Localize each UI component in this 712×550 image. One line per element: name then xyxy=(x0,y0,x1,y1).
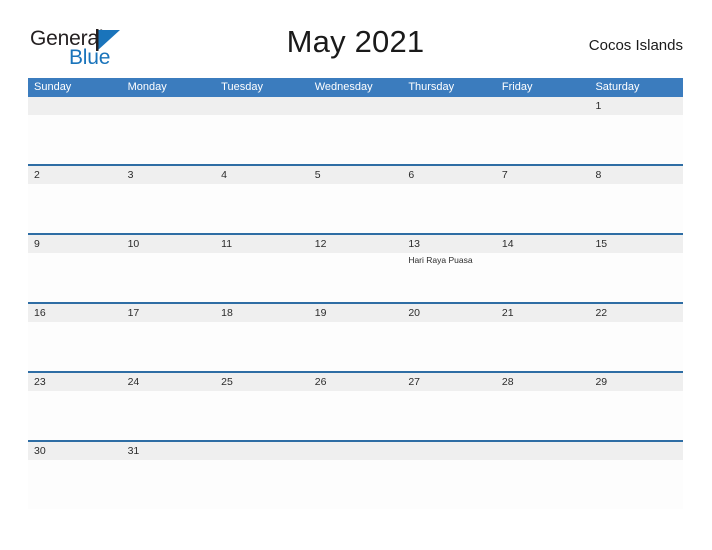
day-number: 3 xyxy=(127,169,134,181)
calendar-day-cell[interactable]: 18 xyxy=(215,304,309,371)
day-number: 24 xyxy=(127,376,140,388)
page-title: May 2021 xyxy=(286,24,425,59)
page-header: General Blue May 2021 Cocos Islands xyxy=(28,24,683,72)
day-number: 4 xyxy=(221,169,227,181)
calendar-week-row: 30 31 xyxy=(28,440,684,509)
calendar-day-cell[interactable]: 10 xyxy=(121,235,216,302)
day-number: 6 xyxy=(408,169,415,181)
calendar-day-cell[interactable]: 13 Hari Raya Puasa xyxy=(402,235,496,302)
calendar-day-cell[interactable]: 24 xyxy=(121,373,216,440)
calendar-empty-cell xyxy=(28,97,122,164)
calendar-day-cell[interactable]: 22 xyxy=(589,304,684,371)
calendar-empty-cell xyxy=(215,97,309,164)
calendar-day-cell[interactable]: 27 xyxy=(402,373,496,440)
day-number: 23 xyxy=(34,376,46,388)
day-number: 28 xyxy=(501,376,514,388)
calendar-day-cell[interactable]: 20 xyxy=(402,304,496,371)
calendar-day-cell[interactable]: 30 xyxy=(28,442,122,509)
calendar-day-cell[interactable]: 17 xyxy=(121,304,216,371)
calendar-empty-cell xyxy=(308,97,403,164)
day-number: 11 xyxy=(221,238,233,250)
day-number: 20 xyxy=(408,307,420,319)
weekday-header-thursday: Thursday xyxy=(408,81,455,93)
weekday-header-tuesday: Tuesday xyxy=(221,81,263,93)
calendar-day-cell[interactable]: 25 xyxy=(215,373,309,440)
day-events: Hari Raya Puasa xyxy=(408,254,493,266)
day-number: 12 xyxy=(314,238,327,250)
day-number: 13 xyxy=(408,238,420,250)
day-number: 15 xyxy=(595,238,608,250)
day-number: 8 xyxy=(595,169,602,181)
weekday-header-monday: Monday xyxy=(127,81,167,93)
day-number: 5 xyxy=(314,169,321,181)
calendar-day-cell[interactable]: 16 xyxy=(28,304,122,371)
calendar-day-cell[interactable]: 5 xyxy=(308,166,403,233)
calendar-day-cell[interactable]: 23 xyxy=(28,373,122,440)
day-number: 18 xyxy=(221,307,233,319)
day-number: 27 xyxy=(408,376,420,388)
day-number: 7 xyxy=(501,169,508,181)
day-number: 16 xyxy=(34,307,46,319)
calendar-empty-cell xyxy=(402,442,496,509)
calendar-day-cell[interactable]: 28 xyxy=(495,373,590,440)
calendar-day-cell[interactable]: 19 xyxy=(308,304,403,371)
calendar-page: General Blue May 2021 Cocos Islands Sund… xyxy=(0,0,712,550)
calendar-empty-cell xyxy=(495,442,590,509)
calendar-day-cell[interactable]: 21 xyxy=(495,304,590,371)
calendar-empty-cell xyxy=(589,442,684,509)
day-number: 26 xyxy=(314,376,327,388)
day-number: 9 xyxy=(34,238,40,250)
day-number: 19 xyxy=(314,307,327,319)
calendar-day-cell[interactable]: 4 xyxy=(215,166,309,233)
calendar-empty-cell xyxy=(215,442,309,509)
weekday-header-saturday: Saturday xyxy=(595,81,640,93)
weekday-header-wednesday: Wednesday xyxy=(314,81,373,93)
calendar-week-row: 23 24 25 26 27 28 29 xyxy=(28,371,684,440)
day-number: 1 xyxy=(595,100,602,112)
calendar-day-cell[interactable]: 1 xyxy=(589,97,684,164)
day-number: 31 xyxy=(127,445,140,457)
calendar-empty-cell xyxy=(121,97,216,164)
calendar-week-row: 1 xyxy=(28,97,684,164)
weekday-header-row: Sunday Monday Tuesday Wednesday Thursday Frid… xyxy=(28,78,683,97)
weekday-header-sunday: Sunday xyxy=(34,81,72,93)
region-label: Cocos Islands xyxy=(588,37,683,54)
calendar-day-cell[interactable]: 14 xyxy=(495,235,590,302)
calendar-day-cell[interactable]: 11 xyxy=(215,235,309,302)
calendar-week-row: 9 10 11 12 13 Hari Raya Puasa 14 15 xyxy=(28,233,684,302)
calendar-day-cell[interactable]: 8 xyxy=(589,166,684,233)
calendar-empty-cell xyxy=(402,97,496,164)
calendar-day-cell[interactable]: 2 xyxy=(28,166,122,233)
day-number: 17 xyxy=(127,307,140,319)
weekday-header-friday: Friday xyxy=(501,81,533,93)
calendar-day-cell[interactable]: 12 xyxy=(308,235,403,302)
calendar-week-row: 2 3 4 5 6 7 8 xyxy=(28,164,684,233)
calendar-empty-cell xyxy=(495,97,590,164)
calendar-day-cell[interactable]: 31 xyxy=(121,442,216,509)
calendar-day-cell[interactable]: 9 xyxy=(28,235,122,302)
calendar-day-cell[interactable]: 3 xyxy=(121,166,216,233)
calendar-empty-cell xyxy=(308,442,403,509)
event-label: Hari Raya Puasa xyxy=(408,255,473,265)
calendar-day-cell[interactable]: 6 xyxy=(402,166,496,233)
calendar-day-cell[interactable]: 26 xyxy=(308,373,403,440)
calendar-grid: Sunday Monday Tuesday Wednesday Thursday Frid… xyxy=(28,78,684,509)
day-number: 30 xyxy=(34,445,46,457)
day-number: 10 xyxy=(127,238,140,250)
day-number: 22 xyxy=(595,307,608,319)
day-number: 29 xyxy=(595,376,608,388)
calendar-day-cell[interactable]: 15 xyxy=(589,235,684,302)
day-number: 25 xyxy=(221,376,233,388)
calendar-day-cell[interactable]: 7 xyxy=(495,166,590,233)
calendar-day-cell[interactable]: 29 xyxy=(589,373,684,440)
calendar-week-row: 16 17 18 19 20 21 22 xyxy=(28,302,684,371)
day-number: 21 xyxy=(501,307,514,319)
day-number: 2 xyxy=(34,169,40,181)
calendar-body: 1 2 3 4 5 6 7 8 9 10 11 12 13 Hari Raya Puasa 14 15 16 17… xyxy=(28,97,684,509)
day-number: 14 xyxy=(501,238,514,250)
